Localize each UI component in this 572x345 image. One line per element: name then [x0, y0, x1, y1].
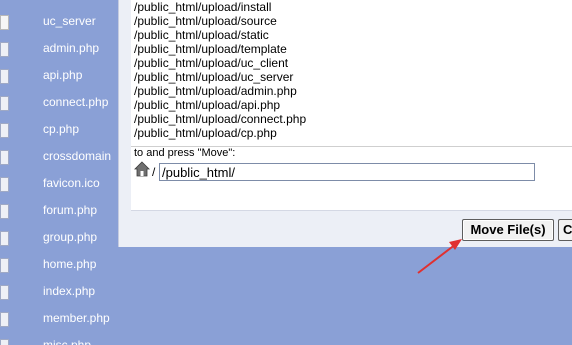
move-dialog: /public_html/upload/install/public_html/…	[118, 0, 572, 247]
file-name[interactable]: api.php	[43, 68, 82, 82]
folder-path-item[interactable]: /public_html/upload/api.php	[134, 98, 280, 112]
file-name[interactable]: index.php	[43, 284, 95, 298]
file-name[interactable]: connect.php	[43, 95, 108, 109]
file-icon	[0, 339, 9, 345]
folder-path-item[interactable]: /public_html/upload/cp.php	[134, 126, 277, 140]
destination-path-input[interactable]	[159, 163, 535, 181]
file-name[interactable]: member.php	[43, 311, 110, 325]
folder-path-item[interactable]: /public_html/upload/source	[134, 14, 277, 28]
folder-path-item[interactable]: /public_html/upload/install	[134, 0, 271, 14]
move-instruction: to and press "Move":	[134, 147, 236, 159]
folder-path-item[interactable]: /public_html/upload/admin.php	[134, 84, 297, 98]
file-icon	[0, 96, 9, 111]
file-list-item[interactable]: group.php	[0, 224, 118, 251]
folder-path-item[interactable]: /public_html/upload/connect.php	[134, 112, 306, 126]
file-icon	[0, 204, 9, 219]
file-icon	[0, 69, 9, 84]
file-name[interactable]: cp.php	[43, 122, 79, 136]
file-name[interactable]: home.php	[43, 257, 96, 271]
folder-path-item[interactable]: /public_html/upload/static	[134, 28, 269, 42]
file-name[interactable]: crossdomain	[43, 149, 111, 163]
file-icon	[0, 258, 9, 273]
file-list-item[interactable]: home.php	[0, 251, 118, 278]
move-files-button[interactable]: Move File(s)	[462, 219, 554, 241]
file-list-item[interactable]: admin.php	[0, 35, 118, 62]
file-list-item[interactable]: uc_server	[0, 8, 118, 35]
destination-folder-list[interactable]: /public_html/upload/install/public_html/…	[131, 0, 572, 147]
file-list-item[interactable]: api.php	[0, 62, 118, 89]
file-icon	[0, 312, 9, 327]
file-name[interactable]: favicon.ico	[43, 176, 100, 190]
file-icon	[0, 285, 9, 300]
folder-path-item[interactable]: /public_html/upload/template	[134, 42, 287, 56]
file-list-item[interactable]: crossdomain	[0, 143, 118, 170]
file-name[interactable]: group.php	[43, 230, 97, 244]
file-list: uc_server admin.php api.php connect.php cp.p…	[0, 0, 118, 345]
file-manager-screen: uc_server admin.php api.php connect.php cp.p…	[0, 0, 572, 345]
move-dialog-body: /public_html/upload/install/public_html/…	[131, 0, 572, 211]
cancel-button[interactable]: C	[558, 219, 572, 241]
folder-icon	[0, 15, 9, 30]
file-list-item[interactable]: favicon.ico	[0, 170, 118, 197]
file-list-item[interactable]: forum.php	[0, 197, 118, 224]
file-icon	[0, 123, 9, 138]
file-list-item[interactable]: member.php	[0, 305, 118, 332]
home-icon[interactable]	[134, 161, 150, 177]
path-prefix: /	[152, 165, 156, 179]
file-list-item[interactable]: connect.php	[0, 89, 118, 116]
file-name[interactable]: forum.php	[43, 203, 97, 217]
file-name[interactable]: admin.php	[43, 41, 99, 55]
folder-path-item[interactable]: /public_html/upload/uc_server	[134, 70, 293, 84]
folder-path-item[interactable]: /public_html/upload/uc_client	[134, 56, 288, 70]
file-icon	[0, 150, 9, 165]
file-icon	[0, 42, 9, 57]
file-list-item[interactable]: misc.php	[0, 332, 118, 345]
file-icon	[0, 231, 9, 246]
file-name[interactable]: uc_server	[43, 14, 96, 28]
file-name[interactable]: misc.php	[43, 338, 91, 345]
file-list-item[interactable]: index.php	[0, 278, 118, 305]
file-icon	[0, 177, 9, 192]
file-list-item[interactable]: cp.php	[0, 116, 118, 143]
